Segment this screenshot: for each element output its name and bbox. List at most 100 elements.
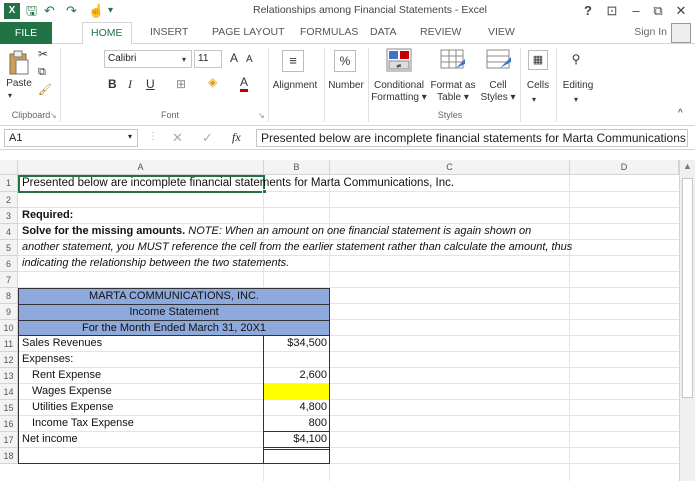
alignment-icon[interactable]: ≡ [282,50,304,72]
copy-icon[interactable]: ⧉ [38,66,46,78]
cell-b11[interactable]: $34,500 [264,336,327,351]
company-name[interactable]: MARTA COMMUNICATIONS, INC. [18,289,330,304]
column-header-a[interactable]: A [18,160,264,175]
paste-icon[interactable] [8,50,30,76]
underline-button[interactable]: U [146,78,155,90]
cell-b15[interactable]: 4,800 [264,400,327,415]
paste-button[interactable]: Paste [4,78,34,90]
tab-data[interactable]: DATA [370,26,396,38]
cell-a6[interactable]: indicating the relationship between the … [20,256,289,271]
name-box[interactable]: A1 [4,129,138,147]
cells-button[interactable]: Cells [522,80,554,92]
tab-insert[interactable]: INSERT [150,26,188,38]
cell-a11[interactable]: Sales Revenues [20,336,102,351]
column-header-d[interactable]: D [570,160,679,175]
row-header[interactable]: 5 [0,240,18,256]
cell-b14-input[interactable] [264,384,329,400]
format-as-table-icon[interactable] [440,48,466,72]
chevron-down-icon[interactable]: ▾ [182,54,186,66]
tab-view[interactable]: VIEW [488,26,515,38]
enter-icon[interactable]: ✓ [202,130,213,146]
dialog-launcher-icon[interactable]: ↘ [258,110,265,122]
tab-file[interactable]: FILE [0,22,52,44]
row-header[interactable]: 11 [0,336,18,352]
row-header[interactable]: 14 [0,384,18,400]
cancel-icon[interactable]: ✕ [172,130,183,146]
row-header[interactable]: 10 [0,320,18,336]
cell-b16[interactable]: 800 [264,416,327,431]
scroll-thumb[interactable] [682,178,693,398]
italic-button[interactable]: I [128,78,132,90]
minimize-button[interactable]: – [626,2,646,20]
scroll-up-icon[interactable]: ▲ [683,161,692,171]
bold-button[interactable]: B [108,78,117,90]
statement-period[interactable]: For the Month Ended March 31, 20X1 [18,321,330,336]
select-all-corner[interactable] [0,160,18,175]
grow-font-button[interactable]: A [230,52,238,64]
row-header[interactable]: 3 [0,208,18,224]
worksheet-grid[interactable]: A B C D 1 2 3 4 5 6 7 8 9 10 11 12 13 14… [0,160,679,481]
statement-title[interactable]: Income Statement [18,305,330,320]
row-header[interactable]: 15 [0,400,18,416]
find-icon[interactable]: ⚲ [566,50,586,70]
row-header[interactable]: 8 [0,288,18,304]
collapse-ribbon-icon[interactable]: ^ [678,108,683,120]
tab-formulas[interactable]: FORMULAS [300,26,358,38]
save-icon[interactable]: 🖫 [26,2,37,20]
tab-home[interactable]: HOME [82,22,132,45]
row-header[interactable]: 2 [0,192,18,208]
cell-a4[interactable]: Solve for the missing amounts. NOTE: Whe… [20,224,531,239]
cell-a12[interactable]: Expenses: [20,352,73,367]
customize-qat-icon[interactable]: ▾ [108,2,113,20]
cell-a17[interactable]: Net income [20,432,78,447]
cell-a13[interactable]: Rent Expense [30,368,101,383]
ribbon-display-options-icon[interactable]: ⊡ [602,2,622,20]
cell-styles-button[interactable]: Cell Styles ▾ [478,80,518,104]
editing-button[interactable]: Editing [558,80,598,92]
cell-a14[interactable]: Wages Expense [30,384,112,399]
font-size-select[interactable]: 11 [194,50,222,68]
column-header-c[interactable]: C [330,160,570,175]
row-header[interactable]: 12 [0,352,18,368]
avatar[interactable] [671,23,691,43]
help-button[interactable]: ? [578,2,598,20]
chevron-down-icon[interactable]: ▾ [574,94,578,106]
font-name-select[interactable]: Calibri [104,50,192,68]
tab-page-layout[interactable]: PAGE LAYOUT [212,26,285,38]
cell-b17[interactable]: $4,100 [264,432,327,447]
cell-a3[interactable]: Required: [20,208,73,223]
chevron-down-icon[interactable]: ▾ [532,94,536,106]
row-header[interactable]: 13 [0,368,18,384]
cells-icon[interactable]: ▦ [528,50,548,70]
chevron-down-icon[interactable]: ▾ [128,132,132,141]
format-as-table-button[interactable]: Format as Table ▾ [430,80,476,104]
sign-in-link[interactable]: Sign In [634,26,667,38]
formula-input[interactable]: Presented below are incomplete financial… [256,129,688,147]
conditional-formatting-icon[interactable]: ≠ [386,48,412,72]
row-header[interactable]: 16 [0,416,18,432]
shrink-font-button[interactable]: A [246,54,253,66]
cell-b13[interactable]: 2,600 [264,368,327,383]
touch-mode-icon[interactable]: ☝ [88,2,104,20]
chevron-down-icon[interactable]: ▾ [8,90,12,102]
redo-icon[interactable]: ↷ [66,2,77,20]
undo-icon[interactable]: ↶ [44,2,55,20]
format-painter-icon[interactable]: 🖌 [38,84,52,96]
borders-icon[interactable]: ⊞ [176,78,186,90]
tab-review[interactable]: REVIEW [420,26,461,38]
row-header[interactable]: 4 [0,224,18,240]
row-header[interactable]: 1 [0,175,18,192]
cell-styles-icon[interactable] [486,48,512,72]
row-header[interactable]: 18 [0,448,18,464]
percent-icon[interactable]: % [334,50,356,72]
row-header[interactable]: 9 [0,304,18,320]
alignment-button[interactable]: Alignment [270,80,320,92]
cell-a15[interactable]: Utilities Expense [30,400,113,415]
row-header[interactable]: 6 [0,256,18,272]
insert-function-icon[interactable]: fx [232,130,241,145]
font-color-icon[interactable]: A [240,76,249,92]
row-header[interactable]: 7 [0,272,18,288]
number-button[interactable]: Number [326,80,366,92]
cell-a5[interactable]: another statement, you MUST reference th… [20,240,572,255]
vertical-scrollbar[interactable]: ▲ [679,160,695,481]
